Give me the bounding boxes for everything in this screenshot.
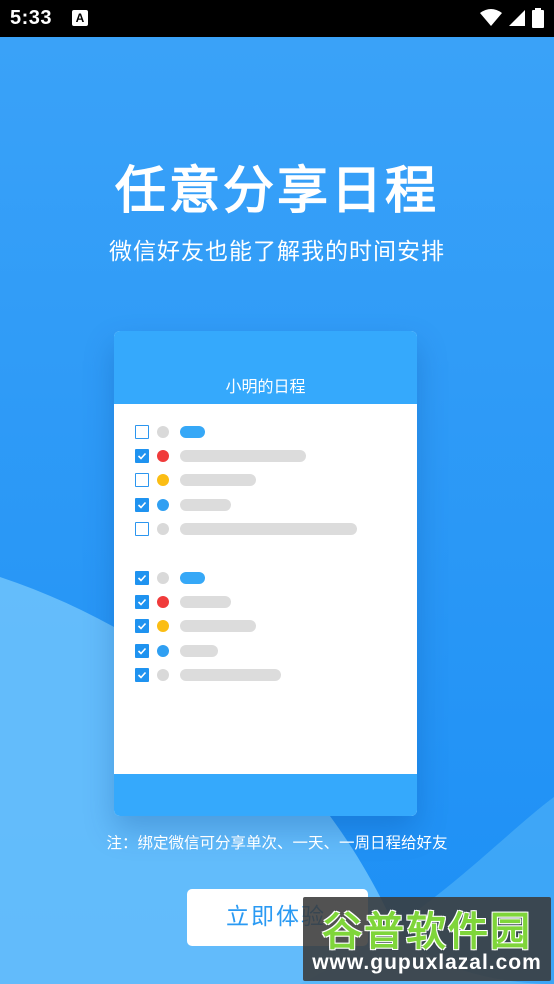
watermark-url: www.gupuxlazal.com — [312, 951, 542, 974]
watermark-title: 谷普软件园 — [322, 909, 532, 955]
task-placeholder-bar — [180, 474, 256, 487]
battery-icon — [532, 8, 544, 28]
task-row — [135, 643, 395, 658]
category-dot-icon — [157, 596, 169, 609]
unchecked-checkbox-icon — [135, 521, 149, 536]
unchecked-checkbox-icon — [135, 425, 149, 439]
schedule-preview-card: 小明的日程 — [114, 331, 417, 816]
task-row — [135, 619, 395, 634]
watermark-logo: 谷普软件园 www.gupuxlazal.com — [303, 897, 551, 981]
checked-checkbox-icon — [135, 667, 149, 682]
checked-checkbox-icon — [135, 643, 149, 658]
task-placeholder-bar — [180, 426, 205, 438]
status-icons — [480, 8, 544, 28]
status-bar: 5:33 A — [0, 0, 554, 37]
category-dot-icon — [157, 474, 169, 487]
category-dot-icon — [157, 426, 169, 438]
task-row — [135, 667, 395, 682]
accessibility-notification-icon: A — [72, 10, 88, 26]
task-placeholder-bar — [180, 498, 231, 511]
card-footer — [114, 774, 417, 816]
cellular-signal-icon — [509, 10, 525, 26]
card-header: 小明的日程 — [114, 331, 417, 404]
task-row — [135, 449, 395, 464]
category-dot-icon — [157, 620, 169, 633]
category-dot-icon — [157, 668, 169, 681]
card-title: 小明的日程 — [225, 377, 306, 396]
task-row — [135, 425, 395, 439]
task-row — [135, 473, 395, 488]
wifi-icon — [480, 9, 502, 26]
task-placeholder-bar — [180, 596, 231, 609]
checked-checkbox-icon — [135, 497, 149, 512]
checked-checkbox-icon — [135, 595, 149, 610]
task-row — [135, 571, 395, 585]
unchecked-checkbox-icon — [135, 473, 149, 488]
category-dot-icon — [157, 522, 169, 535]
checked-checkbox-icon — [135, 571, 149, 585]
task-placeholder-bar — [180, 522, 357, 535]
share-note: 注：绑定微信可分享单次、一天、一周日程给好友 — [106, 834, 448, 852]
category-dot-icon — [157, 498, 169, 511]
task-row — [135, 595, 395, 610]
task-row — [135, 497, 395, 512]
category-dot-icon — [157, 572, 169, 584]
checked-checkbox-icon — [135, 619, 149, 634]
task-placeholder-bar — [180, 450, 306, 463]
page-title: 任意分享日程 — [114, 162, 439, 221]
task-placeholder-bar — [180, 668, 281, 681]
task-placeholder-bar — [180, 620, 256, 633]
task-placeholder-bar — [180, 644, 218, 657]
category-dot-icon — [157, 450, 169, 463]
status-time: 5:33 — [10, 7, 53, 29]
task-row — [135, 521, 395, 536]
task-placeholder-bar — [180, 572, 205, 584]
checked-checkbox-icon — [135, 449, 149, 464]
category-dot-icon — [157, 644, 169, 657]
page-subtitle: 微信好友也能了解我的时间安排 — [109, 239, 445, 265]
onboarding-screen: 任意分享日程 微信好友也能了解我的时间安排 小明的日程 注：绑定微信可分享单次、… — [0, 37, 554, 984]
